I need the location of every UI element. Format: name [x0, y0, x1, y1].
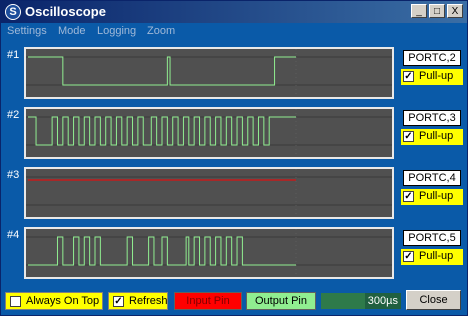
title-bar[interactable]: S Oscilloscope _ □ X [1, 1, 467, 23]
always-on-top-option[interactable]: Always On Top [5, 292, 103, 310]
maximize-button[interactable]: □ [429, 4, 445, 18]
menu-settings[interactable]: Settings [7, 25, 47, 37]
input-pin-legend: Input Pin [174, 292, 242, 310]
timebase-bar-fill [321, 293, 365, 309]
channel-2-scope [24, 107, 394, 159]
channel-3-port-field[interactable]: PORTC,4 [403, 170, 461, 186]
menu-mode[interactable]: Mode [58, 25, 86, 37]
close-button[interactable]: Close [406, 290, 461, 310]
channel-4-trace [28, 236, 296, 266]
channel-2-port-field[interactable]: PORTC,3 [403, 110, 461, 126]
output-pin-legend: Output Pin [246, 292, 316, 310]
channel-1-pullup-checkbox[interactable]: ✓ [403, 71, 414, 82]
menu-logging[interactable]: Logging [97, 25, 136, 37]
channel-3-label: #3 [7, 169, 20, 181]
timebase-label: 300µs [367, 295, 398, 307]
channel-2-pullup-label: Pull-up [419, 130, 454, 142]
menu-bar: Settings Mode Logging Zoom [1, 23, 467, 41]
channel-2-trace [28, 116, 296, 146]
channel-4-label: #4 [7, 229, 20, 241]
channel-1-trace [28, 56, 296, 86]
minimize-button[interactable]: _ [411, 4, 427, 18]
channel-3-pullup-checkbox[interactable]: ✓ [403, 191, 414, 202]
channel-1-pullup-label: Pull-up [419, 70, 454, 82]
channel-4-pullup-checkbox[interactable]: ✓ [403, 251, 414, 262]
always-on-top-label: Always On Top [26, 295, 100, 307]
channel-3-pullup[interactable]: ✓ Pull-up [401, 189, 463, 205]
channel-1-port-field[interactable]: PORTC,2 [403, 50, 461, 66]
channel-3-pullup-label: Pull-up [419, 190, 454, 202]
channel-2-pullup-checkbox[interactable]: ✓ [403, 131, 414, 142]
channel-1-label: #1 [7, 49, 20, 61]
channel-1-scope [24, 47, 394, 99]
channel-1-pullup[interactable]: ✓ Pull-up [401, 69, 463, 85]
refresh-label: Refresh [129, 295, 168, 307]
window-title: Oscilloscope [25, 4, 106, 19]
channel-4-scope [24, 227, 394, 279]
menu-zoom[interactable]: Zoom [147, 25, 175, 37]
refresh-checkbox[interactable]: ✓ [113, 296, 124, 307]
channel-3-scope [24, 167, 394, 219]
channel-4-port-field[interactable]: PORTC,5 [403, 230, 461, 246]
channel-4-pullup-label: Pull-up [419, 250, 454, 262]
timebase-bar: 300µs [321, 293, 401, 309]
oscilloscope-window: S Oscilloscope _ □ X Settings Mode Loggi… [0, 0, 468, 316]
channel-2-label: #2 [7, 109, 20, 121]
close-window-button[interactable]: X [447, 4, 463, 18]
refresh-option[interactable]: ✓ Refresh [108, 292, 168, 310]
always-on-top-checkbox[interactable] [10, 296, 21, 307]
channel-4-pullup[interactable]: ✓ Pull-up [401, 249, 463, 265]
channel-2-pullup[interactable]: ✓ Pull-up [401, 129, 463, 145]
app-icon: S [5, 4, 21, 20]
